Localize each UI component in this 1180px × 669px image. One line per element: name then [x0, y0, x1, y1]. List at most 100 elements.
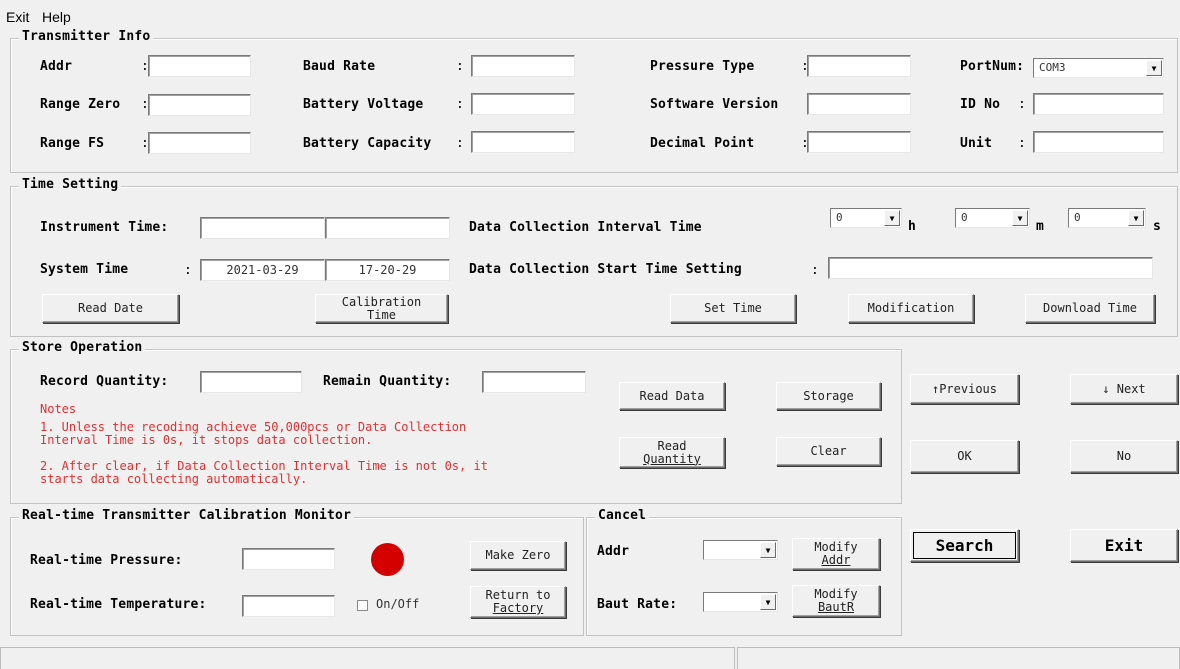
cancel-addr-select[interactable]: ▼ — [703, 540, 778, 560]
remain-quantity-label: Remain Quantity: — [323, 374, 452, 389]
addr-field[interactable] — [148, 55, 251, 77]
remain-quantity-field[interactable] — [482, 371, 586, 393]
realtime-pressure-label: Real-time Pressure: — [30, 553, 183, 568]
calibration-time-line2: Time — [367, 307, 396, 322]
interval-hours-value: 0 — [836, 211, 843, 224]
search-button[interactable]: Search — [910, 529, 1019, 562]
record-quantity-label: Record Quantity: — [40, 374, 169, 389]
previous-button[interactable]: ↑Previous — [910, 374, 1019, 404]
unit-label: Unit — [960, 136, 993, 151]
chevron-down-icon[interactable]: ▼ — [1146, 60, 1162, 76]
portnum-value: COM3 — [1039, 61, 1066, 74]
next-button[interactable]: ↓ Next — [1070, 374, 1178, 404]
battery-capacity-label: Battery Capacity — [303, 136, 432, 151]
cancel-title: Cancel — [595, 508, 650, 523]
exit-button[interactable]: Exit — [1070, 529, 1178, 562]
store-operation-title: Store Operation — [19, 340, 146, 355]
read-date-button[interactable]: Read Date — [42, 294, 179, 323]
id-no-label: ID No — [960, 97, 1001, 112]
instrument-date-field[interactable] — [200, 217, 325, 239]
start-time-field[interactable] — [828, 257, 1153, 279]
transmitter-info-title: Transmitter Info — [19, 29, 154, 44]
id-no-field[interactable] — [1033, 93, 1164, 115]
unit-colon: : — [1018, 136, 1026, 151]
system-date-field[interactable]: 2021-03-29 — [200, 259, 325, 281]
pressure-type-label: Pressure Type — [650, 59, 755, 74]
interval-minutes-select[interactable]: 0 ▼ — [955, 208, 1030, 228]
addr-label: Addr — [40, 59, 73, 74]
chevron-down-icon[interactable]: ▼ — [1012, 210, 1028, 226]
interval-hours-select[interactable]: 0 ▼ — [830, 208, 902, 228]
hours-unit: h — [908, 219, 917, 234]
range-zero-field[interactable] — [148, 94, 251, 116]
chevron-down-icon[interactable]: ▼ — [760, 594, 776, 610]
status-indicator-icon — [371, 543, 404, 576]
unit-field[interactable] — [1033, 131, 1164, 153]
calibration-time-button[interactable]: Calibration Time — [315, 294, 448, 323]
modification-button[interactable]: Modification — [848, 294, 974, 323]
status-bar-left — [0, 647, 735, 669]
modify-baut-button[interactable]: Modify BautR — [792, 585, 880, 617]
system-time-label: System Time — [40, 262, 129, 277]
read-quantity-line2: Quantity — [643, 451, 701, 466]
return-to-factory-button[interactable]: Return to Factory — [470, 586, 566, 618]
instrument-clock-field[interactable] — [325, 217, 450, 239]
id-no-colon: : — [1018, 97, 1026, 112]
baud-rate-field[interactable] — [471, 55, 575, 77]
system-clock-field[interactable]: 17-20-29 — [325, 259, 450, 281]
no-button[interactable]: No — [1070, 440, 1178, 473]
interval-seconds-select[interactable]: 0 ▼ — [1068, 208, 1146, 228]
start-time-colon: : — [811, 263, 819, 278]
baud-rate-label: Baud Rate — [303, 59, 376, 74]
chevron-down-icon[interactable]: ▼ — [760, 542, 776, 558]
ok-button[interactable]: OK — [910, 440, 1019, 473]
notes-title: Notes — [40, 402, 77, 416]
decimal-point-label: Decimal Point — [650, 136, 755, 151]
clear-button[interactable]: Clear — [776, 437, 881, 466]
chevron-down-icon[interactable]: ▼ — [884, 210, 900, 226]
menu-exit[interactable]: Exit — [6, 9, 29, 25]
modify-baut-line2: BautR — [817, 600, 855, 614]
read-quantity-line1: Read — [657, 438, 687, 453]
record-quantity-field[interactable] — [200, 371, 302, 393]
decimal-point-field[interactable] — [807, 131, 911, 153]
realtime-temperature-field[interactable] — [242, 595, 335, 617]
battery-voltage-label: Battery Voltage — [303, 97, 424, 112]
range-fs-field[interactable] — [148, 132, 251, 154]
cancel-baut-select[interactable]: ▼ — [703, 592, 778, 612]
cancel-addr-label: Addr — [597, 544, 630, 559]
software-version-label: Software Version — [650, 97, 779, 112]
read-data-button[interactable]: Read Data — [619, 382, 725, 410]
on-off-checkbox[interactable] — [357, 600, 368, 611]
download-time-button[interactable]: Download Time — [1025, 294, 1155, 323]
chevron-down-icon[interactable]: ▼ — [1128, 210, 1144, 226]
note-2-line-b: starts data collecting automatically. — [40, 472, 308, 486]
make-zero-button[interactable]: Make Zero — [470, 541, 566, 570]
calibration-monitor-group: Real-time Transmitter Calibration Monito… — [10, 508, 584, 636]
minutes-unit: m — [1036, 219, 1045, 234]
calibration-time-line1: Calibration — [341, 294, 422, 309]
battery-capacity-colon: : — [456, 136, 464, 151]
system-time-colon: : — [184, 263, 192, 278]
seconds-unit: s — [1153, 219, 1162, 234]
read-quantity-button[interactable]: Read Quantity — [619, 437, 725, 468]
on-off-label: On/Off — [376, 597, 420, 611]
baud-rate-colon: : — [456, 59, 464, 74]
modify-addr-button[interactable]: Modify Addr — [792, 538, 880, 570]
status-bar-right — [737, 647, 1180, 669]
menu-help[interactable]: Help — [42, 9, 71, 25]
interval-seconds-value: 0 — [1074, 211, 1081, 224]
realtime-pressure-field[interactable] — [242, 548, 335, 570]
realtime-temperature-label: Real-time Temperature: — [30, 597, 207, 612]
set-time-button[interactable]: Set Time — [670, 294, 796, 323]
battery-voltage-field[interactable] — [471, 93, 575, 115]
battery-capacity-field[interactable] — [471, 131, 575, 153]
pressure-type-field[interactable] — [807, 55, 911, 77]
return-to-factory-line2: Factory — [492, 601, 544, 615]
software-version-field[interactable] — [807, 93, 911, 115]
battery-voltage-colon: : — [456, 97, 464, 112]
time-setting-title: Time Setting — [19, 177, 122, 192]
portnum-select[interactable]: COM3 ▼ — [1033, 58, 1164, 78]
start-time-label: Data Collection Start Time Setting — [469, 262, 742, 277]
storage-button[interactable]: Storage — [776, 382, 881, 410]
